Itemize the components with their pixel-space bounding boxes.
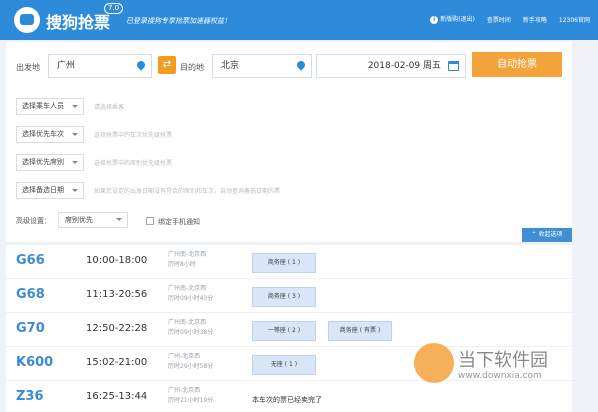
calendar-icon xyxy=(448,61,459,71)
seat-priority-select[interactable]: 选择优先席别 xyxy=(16,154,84,171)
location-pin-icon xyxy=(295,59,307,71)
train-row[interactable]: G68 11:13-20:56 广州南-北京西 历时09小时43分 商务座 ( 3… xyxy=(6,279,572,313)
train-priority-hint: 选择抢票中的车次优先级抢票 xyxy=(94,132,173,139)
seat-option[interactable]: 商务座 ( 1 ) xyxy=(252,253,316,273)
caret-down-icon xyxy=(72,161,78,164)
train-route: 广州-北京西 历时29小时58分 xyxy=(168,353,214,370)
train-code[interactable]: G68 xyxy=(16,287,45,302)
date-picker[interactable]: 2018-02-09 周五 xyxy=(316,54,466,78)
seat-option[interactable]: 商务座 ( 3 ) xyxy=(252,287,316,307)
train-code[interactable]: G66 xyxy=(16,253,45,268)
from-station-input[interactable]: 广州 xyxy=(48,54,152,78)
to-station-input[interactable]: 北京 xyxy=(212,54,312,78)
alt-date-select[interactable]: 选择备选日期 xyxy=(16,182,84,199)
train-code[interactable]: G70 xyxy=(16,321,45,336)
train-route: 广州-北京西 历时21小时19分 xyxy=(168,387,214,404)
train-route: 广州南-北京西 历时09小时43分 xyxy=(168,285,214,302)
auto-grab-button[interactable]: 自动抢票 xyxy=(472,52,562,77)
seat-priority-hint: 选择抢票中的席别优先级抢票 xyxy=(94,160,173,167)
caret-down-icon xyxy=(72,133,78,136)
top-bar: 搜狗抢票 7.0 已登录搜狗专享抢票加速器权益！ i 新版购(退出) 查票时间 新… xyxy=(0,0,598,40)
passenger-hint: 请选择乘客 xyxy=(94,104,125,111)
swap-stations-button[interactable]: ⇄ xyxy=(158,56,176,74)
train-logo-icon xyxy=(14,7,40,33)
top-link-guide[interactable]: 新手攻略 xyxy=(523,15,547,24)
train-row[interactable]: Z36 16:25-13:44 广州-北京西 历时21小时19分 本车次的票已经卖… xyxy=(6,381,572,412)
train-time: 11:13-20:56 xyxy=(86,289,148,300)
alt-date-hint: 如果您设定的出发日期没有符合的席别和车次，自动查询备选日期的票 xyxy=(94,188,281,195)
train-time: 15:02-21:00 xyxy=(86,357,148,368)
train-time: 16:25-13:44 xyxy=(86,391,148,402)
caret-down-icon xyxy=(116,218,122,221)
search-panel: 出发地 广州 ⇄ 目的地 北京 2018-02-09 周五 自动抢票 选择乘车人… xyxy=(6,42,572,242)
collapse-options-button[interactable]: ⌃ 收起选项 xyxy=(522,228,572,242)
train-row[interactable]: G70 12:50-22:28 广州南-北京西 历时09小时38分 一等座 ( 2… xyxy=(6,313,572,347)
caret-down-icon xyxy=(72,189,78,192)
app-brand: 搜狗抢票 xyxy=(46,13,111,32)
version-badge: 7.0 xyxy=(104,3,124,14)
train-route: 广州南-北京西 历时09小时38分 xyxy=(168,319,214,336)
phone-notify-checkbox[interactable] xyxy=(146,217,154,225)
seat-option[interactable]: 一等座 ( 2 ) xyxy=(252,321,316,341)
advanced-label: 高级设置： xyxy=(16,217,51,225)
train-time: 12:50-22:28 xyxy=(86,323,148,334)
sold-out-note: 本车次的票已经卖完了 xyxy=(252,396,322,404)
info-icon: i xyxy=(430,16,439,24)
train-results: G66 10:00-18:00 广州南-北京西 历时8小时 商务座 ( 1 ) G… xyxy=(6,245,572,412)
train-priority-select[interactable]: 选择优先车次 xyxy=(16,126,84,143)
seat-option[interactable]: 无座 ( 1 ) xyxy=(252,355,316,375)
train-time: 10:00-18:00 xyxy=(86,255,148,266)
passenger-select[interactable]: 选择乘车人员 xyxy=(16,98,84,115)
location-pin-icon xyxy=(135,59,147,71)
top-link-time[interactable]: 查票时间 xyxy=(487,15,511,24)
train-route: 广州南-北京西 历时8小时 xyxy=(168,251,207,268)
phone-notify-label: 绑定手机通知 xyxy=(158,218,200,226)
seat-option[interactable]: 商务座 ( 有票 ) xyxy=(328,321,392,341)
watermark-url: www.downxia.com xyxy=(458,371,542,381)
from-label: 出发地 xyxy=(16,63,40,72)
preference-select[interactable]: 席别优先 xyxy=(58,212,128,228)
train-row[interactable]: G66 10:00-18:00 广州南-北京西 历时8小时 商务座 ( 1 ) xyxy=(6,245,572,279)
train-code[interactable]: Z36 xyxy=(16,389,44,404)
top-links: i 新版购(退出) 查票时间 新手攻略 12306官网 xyxy=(430,14,590,24)
top-link-12306[interactable]: 12306官网 xyxy=(559,15,590,24)
to-label: 目的地 xyxy=(180,63,204,72)
slogan: 已登录搜狗专享抢票加速器权益！ xyxy=(126,17,231,25)
watermark-text: 当下软件园 xyxy=(458,350,548,371)
train-code[interactable]: K600 xyxy=(16,355,53,370)
watermark-logo-icon xyxy=(414,343,454,383)
top-link-account[interactable]: i 新版购(退出) xyxy=(430,14,475,24)
caret-down-icon xyxy=(72,105,78,108)
